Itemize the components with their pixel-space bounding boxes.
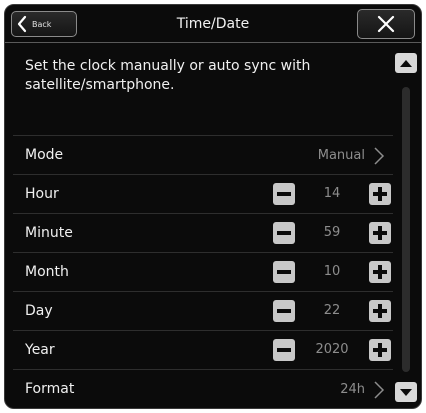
day-increment-button[interactable] [369,300,391,322]
format-label: Format [25,381,75,397]
month-increment-button[interactable] [369,261,391,283]
mode-row[interactable]: Mode Manual [13,135,393,174]
plus-icon-vertical [378,187,382,201]
month-label: Month [25,264,69,280]
month-row: Month 10 [13,252,393,291]
minute-increment-button[interactable] [369,222,391,244]
year-value: 2020 [315,342,349,357]
plus-icon-vertical [378,265,382,279]
hour-label: Hour [25,186,59,202]
minus-icon [277,309,291,313]
year-decrement-button[interactable] [273,339,295,361]
page-title: Time/Date [176,16,250,32]
year-label: Year [25,342,55,358]
back-button[interactable]: Back [11,11,77,37]
hour-value: 14 [323,186,341,201]
year-increment-button[interactable] [369,339,391,361]
plus-icon-vertical [378,343,382,357]
day-row: Day 22 [13,291,393,330]
minus-icon [277,270,291,274]
minus-icon [277,231,291,235]
chevron-right-icon [374,147,385,165]
minute-label: Minute [25,225,73,241]
month-value: 10 [323,264,341,279]
month-stepper: 10 [273,261,393,283]
scroll-track[interactable] [402,87,410,372]
day-value: 22 [323,303,341,318]
minute-decrement-button[interactable] [273,222,295,244]
plus-icon-vertical [378,226,382,240]
back-button-label: Back [32,19,52,29]
triangle-down-icon [400,389,412,396]
minute-value: 59 [323,225,341,240]
scrollbar [391,43,421,408]
chevron-left-icon [17,15,27,33]
chevron-right-icon [374,381,385,399]
hour-increment-button[interactable] [369,183,391,205]
settings-content: Set the clock manually or auto sync with… [5,43,393,408]
day-stepper: 22 [273,300,393,322]
minus-icon [277,192,291,196]
year-stepper: 2020 [273,339,393,361]
scroll-down-button[interactable] [395,382,417,402]
plus-icon-vertical [378,304,382,318]
minute-row: Minute 59 [13,213,393,252]
format-row[interactable]: Format 24h [13,369,393,408]
header-bar: Back Time/Date [5,5,421,43]
scroll-up-button[interactable] [395,53,417,73]
year-row: Year 2020 [13,330,393,369]
minute-stepper: 59 [273,222,393,244]
hour-decrement-button[interactable] [273,183,295,205]
day-decrement-button[interactable] [273,300,295,322]
close-button[interactable] [357,9,415,39]
format-value: 24h [340,382,365,397]
minus-icon [277,348,291,352]
day-label: Day [25,303,53,319]
month-decrement-button[interactable] [273,261,295,283]
close-icon [377,15,395,33]
triangle-up-icon [400,60,412,67]
mode-value: Manual [317,148,365,163]
mode-label: Mode [25,147,64,163]
description-text: Set the clock manually or auto sync with… [25,58,311,93]
hour-row: Hour 14 [13,174,393,213]
hour-stepper: 14 [273,183,393,205]
time-date-screen: Back Time/Date Set the clock manually or… [4,4,422,409]
